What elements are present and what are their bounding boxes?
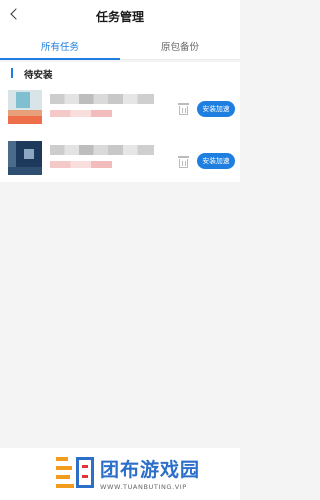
active-tab-indicator: [0, 58, 120, 60]
app-info-blurred: [50, 161, 112, 168]
app-icon-blurred: [8, 141, 42, 175]
tab-original-backup[interactable]: 原包备份: [120, 39, 240, 53]
tab-bar: 所有任务 原包备份: [0, 34, 240, 60]
trash-icon[interactable]: [178, 103, 189, 115]
section-accent-bar: [11, 68, 13, 78]
task-list: 安装加速 安装加速: [0, 84, 240, 182]
section-title: 待安装: [24, 70, 53, 81]
site-name: 团布游戏园: [100, 459, 201, 481]
top-bar: 任务管理: [0, 0, 240, 34]
section-header: 待安装: [0, 62, 240, 84]
trash-icon[interactable]: [178, 156, 189, 168]
app-icon-blurred: [8, 90, 42, 124]
tab-all-tasks[interactable]: 所有任务: [0, 39, 120, 53]
task-item: 安装加速: [0, 84, 240, 133]
install-accelerate-button[interactable]: 安装加速: [197, 101, 235, 117]
app-name-blurred: [50, 145, 154, 155]
page-title: 任务管理: [95, 10, 144, 24]
install-accelerate-button[interactable]: 安装加速: [197, 153, 235, 169]
task-item: 安装加速: [0, 133, 240, 182]
site-logo-icon: [56, 454, 96, 494]
watermark-banner: 团布游戏园 WWW.TUANBUTING.VIP: [0, 448, 240, 500]
app-name-blurred: [50, 94, 154, 104]
app-info-blurred: [50, 110, 112, 117]
site-url: WWW.TUANBUTING.VIP: [100, 483, 187, 491]
